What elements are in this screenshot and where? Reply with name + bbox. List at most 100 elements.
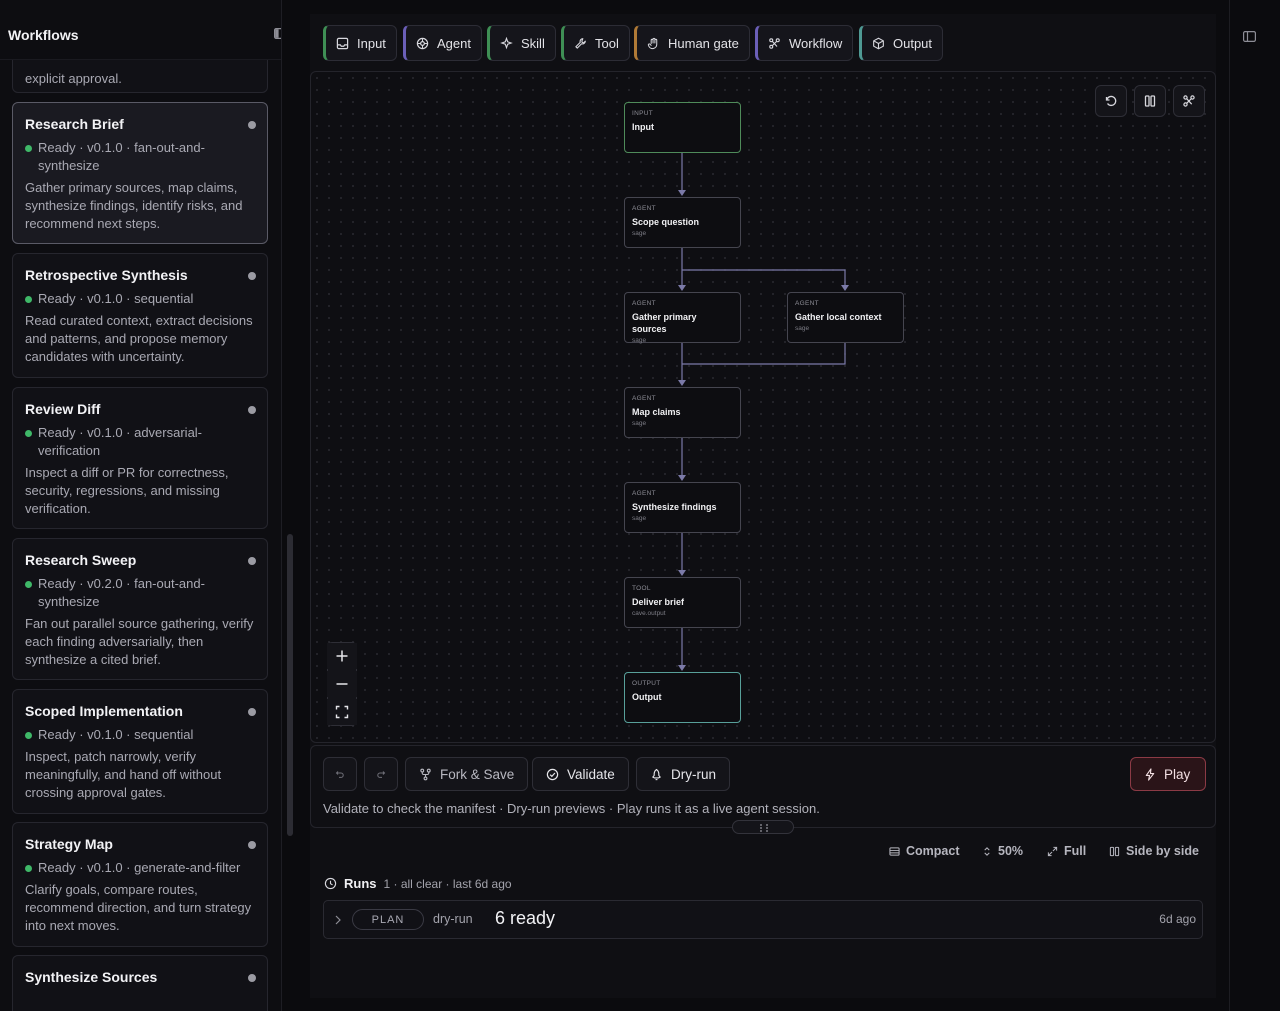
node-gather-local-context[interactable]: AGENT Gather local context sage bbox=[787, 292, 904, 343]
fit-view-button[interactable] bbox=[327, 699, 357, 725]
workflow-card-research-sweep[interactable]: Research Sweep Ready · v0.2.0 · fan-out-… bbox=[12, 538, 268, 680]
expand-icon bbox=[1047, 846, 1058, 856]
zoom-in-button[interactable] bbox=[327, 643, 357, 669]
workflow-status-dot bbox=[248, 974, 256, 982]
view-side-by-side-button[interactable]: Side by side bbox=[1109, 844, 1199, 858]
undo-rotate-icon bbox=[1105, 95, 1117, 107]
palette-workflow-button[interactable]: Workflow bbox=[755, 25, 854, 61]
wrench-icon bbox=[575, 37, 586, 49]
node-output[interactable]: OUTPUT Output bbox=[624, 672, 741, 723]
redo-icon bbox=[377, 771, 386, 778]
workflow-card-title: Research Sweep bbox=[25, 552, 137, 568]
validate-button[interactable]: Validate bbox=[532, 757, 629, 791]
workflow-card-research-brief[interactable]: Research Brief Ready · v0.1.0 · fan-out-… bbox=[12, 102, 268, 244]
ready-dot bbox=[25, 145, 32, 152]
workflow-card-synthesize-sources[interactable]: Synthesize Sources bbox=[12, 955, 268, 1011]
palette-label: Agent bbox=[437, 35, 471, 51]
redo-button[interactable] bbox=[364, 757, 398, 791]
node-label: Output bbox=[632, 692, 662, 702]
palette-label: Tool bbox=[595, 35, 619, 51]
sidebar-title: Workflows bbox=[8, 27, 79, 43]
palette-skill-button[interactable]: Skill bbox=[487, 25, 556, 61]
rocket-icon bbox=[652, 768, 661, 780]
workflow-status-dot bbox=[248, 708, 256, 716]
node-kind: AGENT bbox=[632, 300, 656, 307]
check-circle-icon bbox=[546, 768, 559, 780]
chevron-right-icon[interactable] bbox=[333, 914, 343, 926]
zoom-out-button[interactable] bbox=[327, 671, 357, 697]
plus-icon bbox=[336, 650, 348, 662]
view-half-button[interactable]: 50% bbox=[982, 844, 1023, 858]
package-icon bbox=[873, 37, 884, 49]
validate-label: Validate bbox=[567, 766, 615, 782]
runs-title: Runs bbox=[344, 876, 377, 891]
node-label: Deliver brief bbox=[632, 597, 685, 607]
palette-input-button[interactable]: Input bbox=[323, 25, 397, 61]
runs-summary: 1 · all clear · last 6d ago bbox=[383, 876, 512, 891]
workflow-card-retrospective-synthesis[interactable]: Retrospective Synthesis Ready · v0.1.0 ·… bbox=[12, 253, 268, 378]
run-plan-badge: PLAN bbox=[352, 909, 424, 930]
undo-button[interactable] bbox=[323, 757, 357, 791]
node-sub: sage bbox=[632, 515, 647, 522]
workflow-card-meta: Ready · v0.1.0 · generate-and-filter bbox=[25, 859, 255, 877]
columns-layout-button[interactable] bbox=[1134, 85, 1166, 117]
workflow-card-desc: Read curated context, extract decisions … bbox=[25, 313, 253, 364]
auto-arrange-button[interactable] bbox=[1173, 85, 1205, 117]
palette-human-gate-button[interactable]: Human gate bbox=[634, 25, 750, 61]
node-input[interactable]: INPUT Input bbox=[624, 102, 741, 153]
sidebar-collapse-icon[interactable] bbox=[274, 28, 282, 39]
workflow-card-meta: Ready · v0.1.0 · sequential bbox=[25, 290, 255, 308]
run-row[interactable]: PLAN dry-run 6 ready 6d ago bbox=[323, 900, 1203, 939]
node-gather-primary-sources[interactable]: AGENT Gather primary sources sage bbox=[624, 292, 741, 344]
graph-icon bbox=[1183, 95, 1195, 107]
workflow-card-desc: Inspect, patch narrowly, verify meaningf… bbox=[25, 749, 222, 800]
fork-save-button[interactable]: Fork & Save bbox=[405, 757, 529, 791]
reset-layout-button[interactable] bbox=[1095, 85, 1127, 117]
node-label: Gather local context bbox=[795, 312, 882, 322]
ready-dot bbox=[25, 296, 32, 303]
node-deliver-brief[interactable]: TOOL Deliver brief cave.output bbox=[624, 577, 741, 628]
runs-header: Runs 1 · all clear · last 6d ago bbox=[324, 876, 512, 891]
dry-run-button[interactable]: Dry-run bbox=[636, 757, 731, 791]
node-map-claims[interactable]: AGENT Map claims sage bbox=[624, 387, 741, 438]
play-button[interactable]: Play bbox=[1130, 757, 1206, 791]
workflow-card-scoped-implementation[interactable]: Scoped Implementation Ready · v0.1.0 · s… bbox=[12, 689, 268, 814]
panel-resize-handle[interactable] bbox=[732, 820, 794, 834]
workflow-card-desc: Inspect a diff or PR for correctness, se… bbox=[25, 465, 229, 516]
node-kind: TOOL bbox=[632, 585, 651, 592]
node-label: Map claims bbox=[632, 407, 681, 417]
node-synthesize-findings[interactable]: AGENT Synthesize findings sage bbox=[624, 482, 741, 533]
ready-dot bbox=[25, 732, 32, 739]
right-panel-toggle-icon[interactable] bbox=[1243, 31, 1256, 42]
inbox-icon bbox=[336, 37, 349, 49]
node-label: Gather primary sources bbox=[632, 312, 697, 334]
workflow-card-meta: Ready · v0.1.0 · sequential bbox=[25, 726, 255, 744]
workflow-card-title: Review Diff bbox=[25, 401, 101, 417]
node-sub: sage bbox=[632, 230, 647, 237]
fork-save-label: Fork & Save bbox=[440, 766, 515, 782]
compact-icon bbox=[889, 846, 900, 856]
workflow-edges bbox=[678, 143, 849, 671]
undo-icon bbox=[335, 771, 344, 778]
palette-tool-button[interactable]: Tool bbox=[561, 25, 630, 61]
palette-agent-button[interactable]: Agent bbox=[403, 25, 482, 61]
palette-label: Workflow bbox=[789, 35, 843, 51]
columns-icon bbox=[1144, 95, 1156, 107]
workflow-canvas[interactable]: INPUT Input AGENT Scope question sage AG… bbox=[310, 71, 1216, 743]
node-scope-question[interactable]: AGENT Scope question sage bbox=[624, 197, 741, 248]
run-time: 6d ago bbox=[1159, 912, 1196, 926]
action-hint: Validate to check the manifest · Dry-run… bbox=[323, 801, 820, 816]
fork-icon bbox=[420, 768, 431, 780]
agent-icon bbox=[416, 37, 429, 49]
palette-label: Human gate bbox=[668, 35, 739, 51]
sidebar-scrollbar[interactable] bbox=[287, 534, 293, 836]
view-full-button[interactable]: Full bbox=[1047, 844, 1086, 858]
workflow-card-meta: Ready · v0.2.0 · fan-out-and-synthesize bbox=[25, 575, 255, 611]
node-palette: Input Agent Skill Tool Human gate Workfl… bbox=[310, 14, 1216, 70]
lightning-icon bbox=[1145, 767, 1155, 781]
workflow-card-strategy-map[interactable]: Strategy Map Ready · v0.1.0 · generate-a… bbox=[12, 822, 268, 947]
workflow-card-review-diff[interactable]: Review Diff Ready · v0.1.0 · adversarial… bbox=[12, 387, 268, 529]
view-compact-button[interactable]: Compact bbox=[889, 844, 959, 858]
node-sub: sage bbox=[632, 337, 647, 344]
palette-output-button[interactable]: Output bbox=[859, 25, 944, 61]
